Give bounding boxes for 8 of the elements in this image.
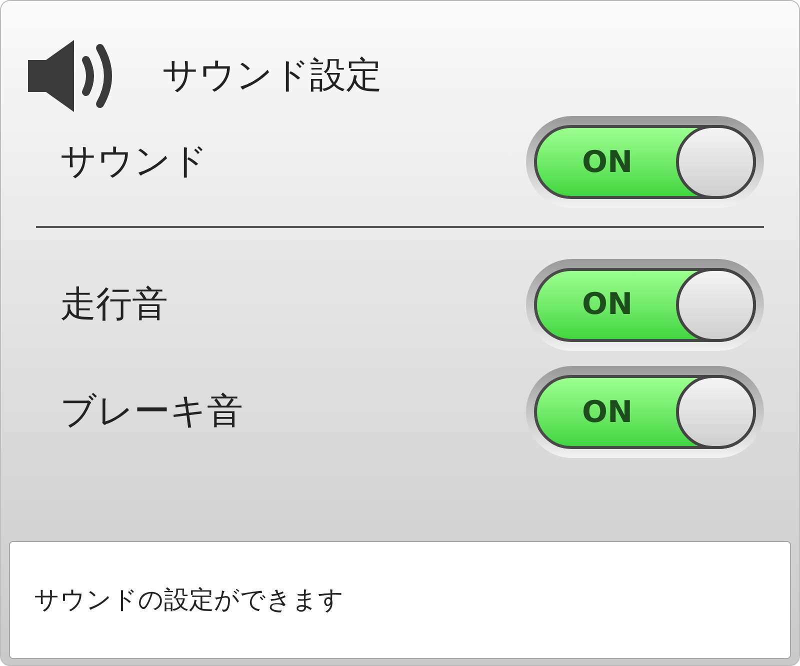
setting-label: 走行音 xyxy=(60,282,168,326)
window-title: サウンド設定 xyxy=(162,54,382,98)
setting-label: ブレーキ音 xyxy=(60,390,243,434)
toggle-switch[interactable]: ON xyxy=(534,375,756,449)
setting-label: サウンド xyxy=(60,140,208,184)
toggle-switch[interactable]: ON xyxy=(534,125,756,199)
description-text: サウンドの設定ができます xyxy=(34,584,344,616)
toggle-switch[interactable]: ON xyxy=(534,268,756,342)
